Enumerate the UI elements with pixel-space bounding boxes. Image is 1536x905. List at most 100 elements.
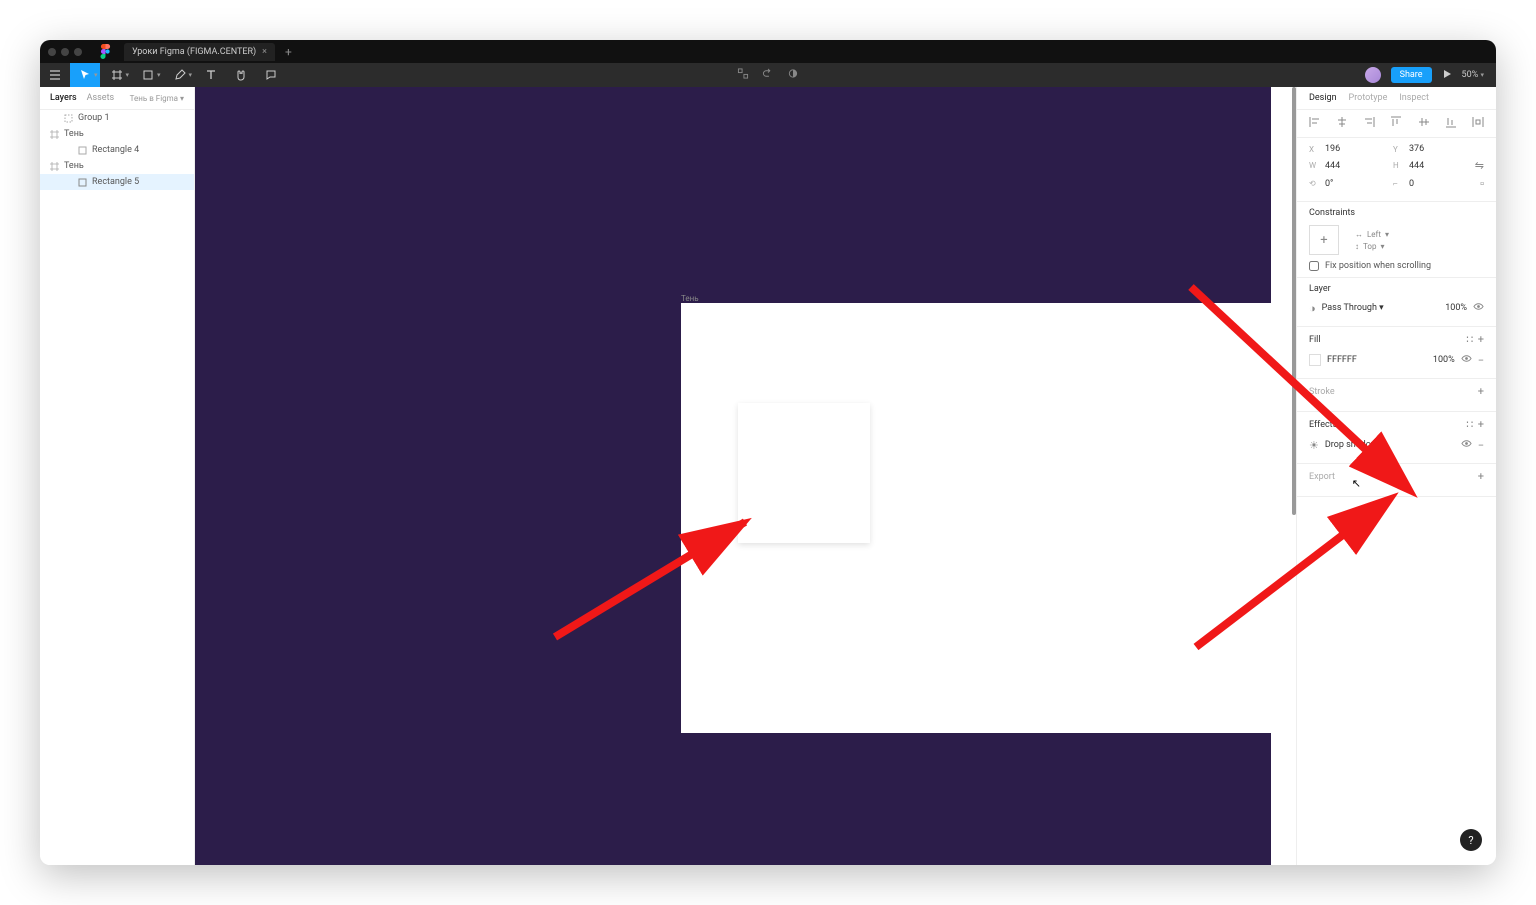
group-icon xyxy=(64,114,73,123)
layer-frame[interactable]: Тень xyxy=(40,126,194,142)
layer-rect[interactable]: Rectangle 4 xyxy=(40,142,194,158)
window-tabstrip: Уроки Figma (FIGMA.CENTER) × + xyxy=(40,40,1496,63)
user-avatar[interactable] xyxy=(1365,67,1381,83)
text-tool[interactable] xyxy=(196,63,226,87)
prototype-tab[interactable]: Prototype xyxy=(1349,93,1388,103)
align-bottom-icon[interactable] xyxy=(1445,116,1457,131)
chevron-down-icon[interactable]: ▾ xyxy=(1480,71,1484,79)
chevron-down-icon[interactable]: ▾ xyxy=(157,71,161,79)
fix-position-checkbox[interactable]: Fix position when scrolling xyxy=(1309,261,1484,271)
canvas-rectangle[interactable] xyxy=(738,403,870,543)
corners-icon[interactable]: ▫ xyxy=(1480,177,1484,190)
align-left-icon[interactable] xyxy=(1309,116,1321,131)
help-button[interactable]: ? xyxy=(1460,829,1482,851)
link-icon[interactable]: ⇋ xyxy=(1475,159,1484,172)
constraint-v[interactable]: ↕ Top ▾ xyxy=(1355,242,1389,251)
export-title: Export xyxy=(1309,472,1335,482)
effects-title: Effects xyxy=(1309,420,1337,430)
hand-tool[interactable] xyxy=(226,63,256,87)
comment-tool[interactable] xyxy=(256,63,286,87)
add-effect-icon[interactable]: + xyxy=(1478,418,1484,431)
align-controls xyxy=(1297,110,1496,138)
design-tab[interactable]: Design xyxy=(1309,93,1337,103)
visibility-icon[interactable] xyxy=(1461,353,1472,367)
close-dot[interactable] xyxy=(48,48,56,56)
x-value[interactable]: 196 xyxy=(1325,144,1363,154)
h-value[interactable]: 444 xyxy=(1409,161,1447,171)
visibility-icon[interactable] xyxy=(1473,301,1484,315)
chevron-down-icon[interactable]: ▾ xyxy=(189,71,193,79)
right-panel: Design Prototype Inspect X196Y376 W444H4… xyxy=(1296,87,1496,865)
layer-title: Layer xyxy=(1309,284,1484,294)
rotation-value[interactable]: 0° xyxy=(1325,179,1363,189)
fill-hex[interactable]: FFFFFF xyxy=(1327,355,1357,365)
frame-label[interactable]: Тень xyxy=(681,294,699,303)
visibility-icon[interactable] xyxy=(1461,438,1472,452)
window-controls[interactable] xyxy=(48,48,82,56)
chevron-down-icon[interactable]: ▾ xyxy=(94,71,98,79)
stroke-title: Stroke xyxy=(1309,387,1335,397)
toolbar-center xyxy=(738,68,799,82)
styles-icon[interactable]: ∷ xyxy=(1466,418,1473,431)
add-export-icon[interactable]: + xyxy=(1478,470,1484,483)
align-hcenter-icon[interactable] xyxy=(1336,116,1348,131)
fill-swatch[interactable] xyxy=(1309,354,1321,366)
reset-icon[interactable] xyxy=(763,68,774,82)
page-selector[interactable]: Тень в Figma ▾ xyxy=(130,94,184,103)
export-section: Export + xyxy=(1297,464,1496,497)
component-icon[interactable] xyxy=(738,68,749,82)
opacity-value[interactable]: 100% xyxy=(1445,303,1467,313)
align-top-icon[interactable] xyxy=(1390,116,1402,131)
right-scrollbar[interactable] xyxy=(1292,87,1298,865)
layer-frame[interactable]: Тень xyxy=(40,158,194,174)
rect-icon xyxy=(78,178,87,187)
constraints-widget[interactable]: + xyxy=(1309,225,1339,255)
effects-section: Effects ∷ + ☀ Drop shadow ▾ − xyxy=(1297,412,1496,464)
present-button[interactable] xyxy=(1442,69,1452,82)
new-tab-button[interactable]: + xyxy=(285,45,292,59)
fill-opacity[interactable]: 100% xyxy=(1433,355,1455,365)
constraint-h[interactable]: ↔ Left ▾ xyxy=(1355,230,1389,239)
blend-icon[interactable]: ◑ xyxy=(1309,302,1316,315)
menu-button[interactable] xyxy=(40,63,70,87)
inspect-tab[interactable]: Inspect xyxy=(1399,93,1429,103)
remove-icon[interactable]: − xyxy=(1478,354,1484,367)
rect-icon xyxy=(78,146,87,155)
min-dot[interactable] xyxy=(61,48,69,56)
align-vcenter-icon[interactable] xyxy=(1418,116,1430,131)
layers-tab[interactable]: Layers xyxy=(50,93,77,103)
mouse-cursor-icon: ↖ xyxy=(1352,477,1361,490)
y-value[interactable]: 376 xyxy=(1409,144,1447,154)
add-fill-icon[interactable]: + xyxy=(1478,333,1484,346)
canvas[interactable]: Тень xyxy=(195,87,1296,865)
frame-icon xyxy=(50,130,59,139)
effect-name[interactable]: Drop shadow ▾ xyxy=(1325,440,1385,450)
document-tab[interactable]: Уроки Figma (FIGMA.CENTER) × xyxy=(124,43,275,61)
styles-icon[interactable]: ∷ xyxy=(1466,333,1473,346)
assets-tab[interactable]: Assets xyxy=(87,93,115,103)
remove-icon[interactable]: − xyxy=(1478,439,1484,452)
effect-settings-icon[interactable]: ☀ xyxy=(1309,439,1319,452)
close-tab-icon[interactable]: × xyxy=(262,47,267,57)
chevron-down-icon[interactable]: ▾ xyxy=(126,71,130,79)
toolbar: ▾ ▾ ▾ ▾ Share 50% ▾ xyxy=(40,63,1496,87)
share-button[interactable]: Share xyxy=(1391,67,1432,83)
zoom-level[interactable]: 50% ▾ xyxy=(1462,70,1484,80)
layer-rect-selected[interactable]: Rectangle 5 xyxy=(40,174,194,190)
distribute-icon[interactable] xyxy=(1472,116,1484,131)
add-stroke-icon[interactable]: + xyxy=(1478,385,1484,398)
max-dot[interactable] xyxy=(74,48,82,56)
align-right-icon[interactable] xyxy=(1363,116,1375,131)
w-value[interactable]: 444 xyxy=(1325,161,1363,171)
stroke-section: Stroke + xyxy=(1297,379,1496,412)
document-tab-title: Уроки Figma (FIGMA.CENTER) xyxy=(132,47,256,57)
figma-logo-icon[interactable] xyxy=(96,43,114,61)
layer-group[interactable]: Group 1 xyxy=(40,110,194,126)
layer-section: Layer ◑ Pass Through ▾ 100% xyxy=(1297,278,1496,327)
left-panel: Layers Assets Тень в Figma ▾ Group 1 Тен… xyxy=(40,87,195,865)
mask-icon[interactable] xyxy=(788,68,799,82)
frame-icon xyxy=(50,162,59,171)
canvas-frame[interactable] xyxy=(681,303,1283,733)
blend-mode[interactable]: Pass Through ▾ xyxy=(1322,303,1384,313)
radius-value[interactable]: 0 xyxy=(1409,179,1447,189)
